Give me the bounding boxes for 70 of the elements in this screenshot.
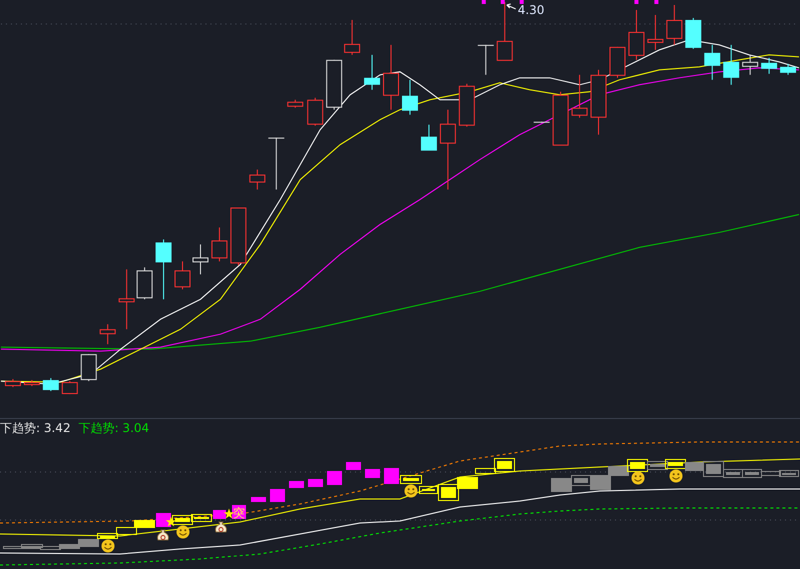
indicator-bar <box>551 478 572 492</box>
candlestick <box>383 44 399 110</box>
candlestick <box>552 91 569 146</box>
candlestick <box>666 4 682 46</box>
high-price-label: 4.30 <box>518 2 544 17</box>
candlestick <box>420 124 437 151</box>
smiley-icon <box>404 484 418 498</box>
candlestick <box>230 207 246 266</box>
candlestick <box>4 378 21 388</box>
money-bag-icon <box>157 530 169 540</box>
indicator-bar <box>457 477 478 489</box>
candlestick <box>192 244 208 275</box>
candlestick <box>610 46 626 78</box>
candlestick <box>24 380 40 387</box>
indicator-legend: 下趋势: 3.42 <box>0 419 71 437</box>
signal-square <box>213 510 226 519</box>
candlestick <box>647 14 664 50</box>
indicator-legend: 下趋势: 3.04 <box>78 419 150 437</box>
candlestick <box>136 266 153 300</box>
candlestick <box>344 19 360 56</box>
signal-square <box>384 468 399 484</box>
money-bag-icon <box>215 522 227 532</box>
signal-square <box>346 462 361 470</box>
signal-square <box>251 497 266 502</box>
candlestick <box>590 69 606 136</box>
candlestick <box>249 169 266 190</box>
signal-square <box>365 469 380 478</box>
smiley-icon <box>176 526 190 538</box>
candlestick <box>723 44 740 86</box>
smiley-icon <box>102 540 114 552</box>
signal-square <box>327 471 342 485</box>
indicator-bar <box>665 459 686 469</box>
candlestick <box>780 63 796 76</box>
candlestick <box>62 380 78 395</box>
candlestick <box>628 9 644 60</box>
star-icon <box>166 516 176 526</box>
star-icon <box>224 508 234 518</box>
candlestick <box>42 378 59 392</box>
candlestick <box>80 354 97 382</box>
candlestick <box>156 238 172 300</box>
candlestick <box>761 57 778 74</box>
signal-label: 突 <box>232 505 246 520</box>
candlestick <box>100 324 116 345</box>
indicator-bar <box>400 475 422 484</box>
candlestick <box>533 121 550 124</box>
candlestick <box>704 44 720 80</box>
pointer-arrow-icon <box>506 4 516 10</box>
candlestick <box>307 97 324 126</box>
signal-square <box>270 489 285 502</box>
smiley-icon <box>670 470 682 482</box>
indicator-bar <box>172 515 193 525</box>
candlestick <box>174 260 190 290</box>
candlestick <box>742 54 758 76</box>
candlestick <box>477 44 494 76</box>
candlestick <box>458 83 475 128</box>
candlestick <box>211 226 228 262</box>
signal-square <box>308 479 323 487</box>
candlestick <box>118 268 135 330</box>
candlestick <box>326 59 342 110</box>
smiley-icon <box>632 472 644 484</box>
candlestick <box>572 74 588 118</box>
candlestick <box>402 79 418 116</box>
candlestick <box>287 99 304 108</box>
indicator-bar <box>571 475 591 486</box>
candlestick <box>268 137 285 190</box>
candlestick <box>364 54 380 90</box>
signal-square <box>156 513 171 527</box>
candlestick <box>496 2 513 61</box>
signal-square <box>289 481 304 488</box>
candlestick <box>685 17 702 50</box>
